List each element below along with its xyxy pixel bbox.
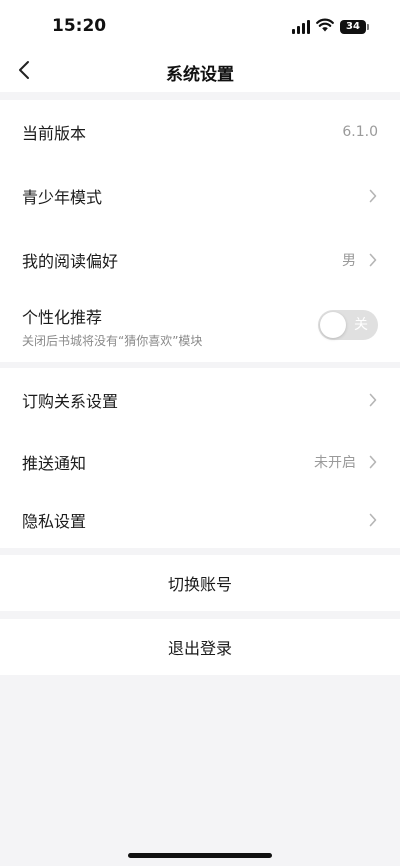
version-row: 当前版本 6.1.0 (0, 100, 400, 164)
personalized-description: 关闭后书城将没有“猜你喜欢”模块 (22, 334, 203, 348)
teen-mode-label: 青少年模式 (22, 188, 103, 207)
chevron-right-icon (368, 454, 378, 470)
personalized-toggle[interactable]: 关 (318, 310, 378, 340)
status-time: 15:20 (52, 16, 107, 36)
push-row[interactable]: 推送通知 未开启 (0, 432, 400, 492)
reading-pref-value: 男 (342, 253, 356, 269)
reading-pref-label: 我的阅读偏好 (22, 252, 119, 271)
personalized-row: 个性化推荐 关闭后书城将没有“猜你喜欢”模块 关 (0, 292, 400, 362)
teen-mode-row[interactable]: 青少年模式 (0, 164, 400, 228)
version-label: 当前版本 (22, 124, 87, 143)
battery-level: 34 (346, 20, 360, 32)
nav-bar: 系统设置 (0, 52, 400, 92)
chevron-right-icon (368, 252, 378, 268)
chevron-right-icon (368, 188, 378, 204)
wifi-icon (316, 17, 334, 36)
switch-account-button[interactable]: 切换账号 (0, 555, 400, 611)
status-bar: 15:20 34 (0, 0, 400, 52)
logout-button[interactable]: 退出登录 (0, 619, 400, 675)
switch-account-label: 切换账号 (167, 575, 232, 594)
status-icons: 34 (292, 17, 369, 36)
battery-icon: 34 (340, 19, 369, 34)
subscription-group: 订购关系设置 (0, 368, 400, 432)
notification-privacy-group: 推送通知 未开启 隐私设置 (0, 432, 400, 548)
personalized-label: 个性化推荐 (22, 308, 103, 327)
subscription-label: 订购关系设置 (22, 392, 119, 411)
version-value: 6.1.0 (342, 124, 378, 140)
push-label: 推送通知 (22, 454, 87, 473)
toggle-state-label: 关 (354, 317, 368, 333)
home-indicator[interactable] (128, 853, 272, 858)
cellular-signal-icon (292, 19, 310, 34)
toggle-knob (320, 312, 346, 338)
privacy-label: 隐私设置 (22, 512, 87, 531)
page-title: 系统设置 (166, 65, 234, 85)
reading-pref-row[interactable]: 我的阅读偏好 男 (0, 228, 400, 292)
logout-label: 退出登录 (167, 639, 232, 658)
reading-group: 我的阅读偏好 男 个性化推荐 关闭后书城将没有“猜你喜欢”模块 关 (0, 228, 400, 362)
subscription-row[interactable]: 订购关系设置 (0, 368, 400, 432)
chevron-right-icon (368, 512, 378, 528)
teen-mode-group: 青少年模式 (0, 164, 400, 228)
chevron-right-icon (368, 392, 378, 408)
version-group: 当前版本 6.1.0 (0, 100, 400, 164)
privacy-row[interactable]: 隐私设置 (0, 492, 400, 548)
push-value: 未开启 (314, 455, 356, 471)
